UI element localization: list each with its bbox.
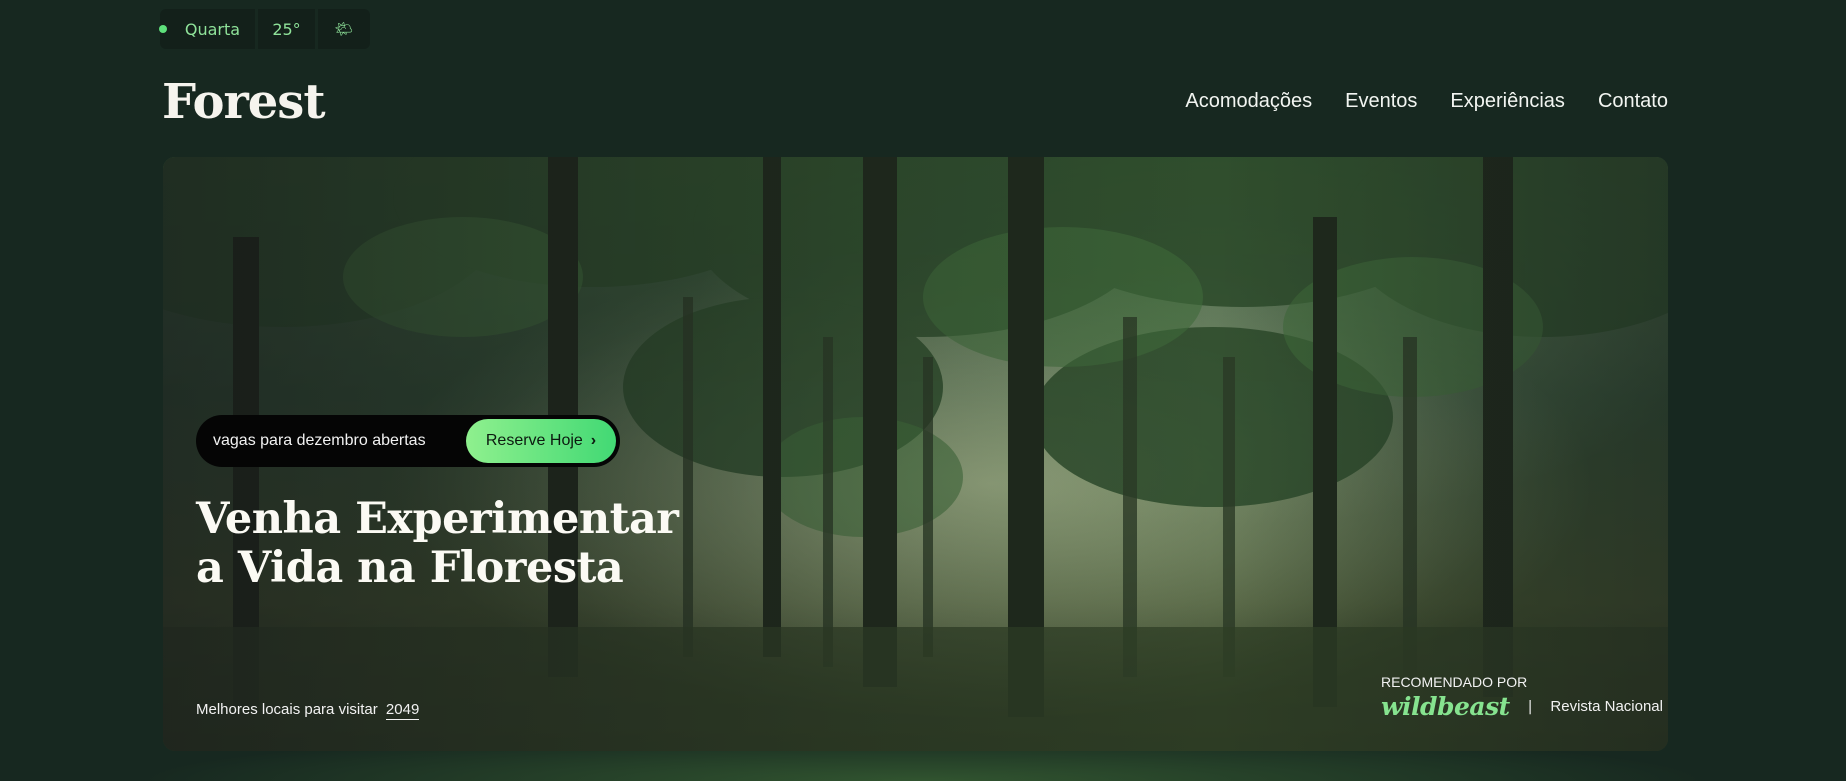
site-logo[interactable]: Forest xyxy=(162,74,325,130)
recommended-source: Revista Nacional xyxy=(1550,698,1663,715)
headline-line-2: a Vida na Floresta xyxy=(196,543,624,593)
weather-bar: Quarta 25° 🌤 xyxy=(159,9,370,49)
main-nav: Acomodações Eventos Experiências Contato xyxy=(1185,90,1668,113)
hero-banner: vagas para dezembro abertas Reserve Hoje… xyxy=(163,157,1668,751)
nav-item-experiencias[interactable]: Experiências xyxy=(1450,90,1565,113)
best-places-note: Melhores locais para visitar 2049 xyxy=(196,701,420,720)
divider: | xyxy=(1527,698,1533,715)
wildbeast-logo: wildbeast xyxy=(1381,692,1510,721)
availability-text: vagas para dezembro abertas xyxy=(213,432,426,449)
recommended-label: RECOMENDADO POR xyxy=(1381,674,1528,690)
nav-item-acomodacoes[interactable]: Acomodações xyxy=(1185,90,1312,113)
reserve-button-label: Reserve Hoje xyxy=(485,432,583,449)
reserve-button[interactable]: Reserve Hoje › xyxy=(466,419,616,463)
best-places-text: Melhores locais para visitar xyxy=(196,701,378,718)
best-places-year-link[interactable]: 2049 xyxy=(385,701,420,720)
status-dot-icon xyxy=(159,25,167,33)
chevron-right-icon: › xyxy=(590,432,597,449)
sun-behind-cloud-icon: 🌤 xyxy=(318,9,370,49)
nav-item-eventos[interactable]: Eventos xyxy=(1345,90,1417,113)
headline-line-1: Venha Experimentar xyxy=(196,494,679,544)
hero-headline: Venha Experimentar a Vida na Floresta xyxy=(196,494,679,593)
weather-day: Quarta xyxy=(160,9,255,49)
nav-item-contato[interactable]: Contato xyxy=(1598,90,1668,113)
recommended-row: wildbeast | Revista Nacional xyxy=(1381,692,1663,721)
availability-pill: vagas para dezembro abertas Reserve Hoje… xyxy=(196,415,620,467)
weather-temperature: 25° xyxy=(258,9,315,49)
